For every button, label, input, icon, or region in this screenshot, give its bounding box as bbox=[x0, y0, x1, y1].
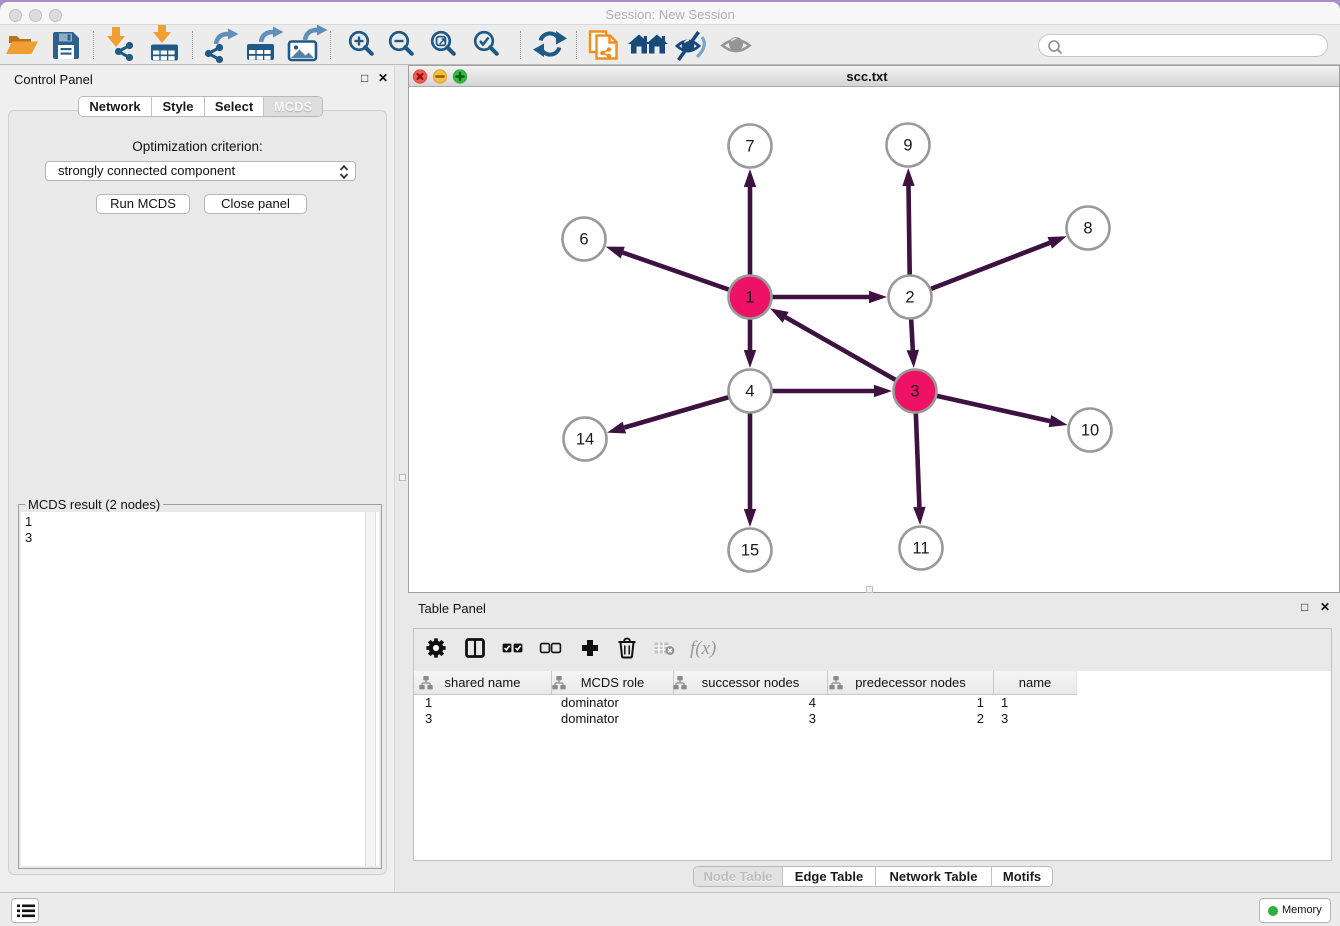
svg-text:2: 2 bbox=[905, 289, 914, 307]
svg-text:14: 14 bbox=[576, 431, 594, 449]
svg-text:11: 11 bbox=[912, 540, 929, 558]
svg-text:7: 7 bbox=[745, 138, 754, 156]
svg-text:f(x): f(x) bbox=[690, 638, 716, 659]
svg-text:8: 8 bbox=[1083, 220, 1092, 238]
svg-text:6: 6 bbox=[579, 231, 588, 249]
svg-text:15: 15 bbox=[741, 542, 759, 560]
svg-text:3: 3 bbox=[910, 383, 919, 401]
svg-text:4: 4 bbox=[745, 383, 754, 401]
svg-text:10: 10 bbox=[1081, 422, 1099, 440]
svg-text:9: 9 bbox=[903, 137, 912, 155]
svg-text:1: 1 bbox=[745, 289, 754, 307]
